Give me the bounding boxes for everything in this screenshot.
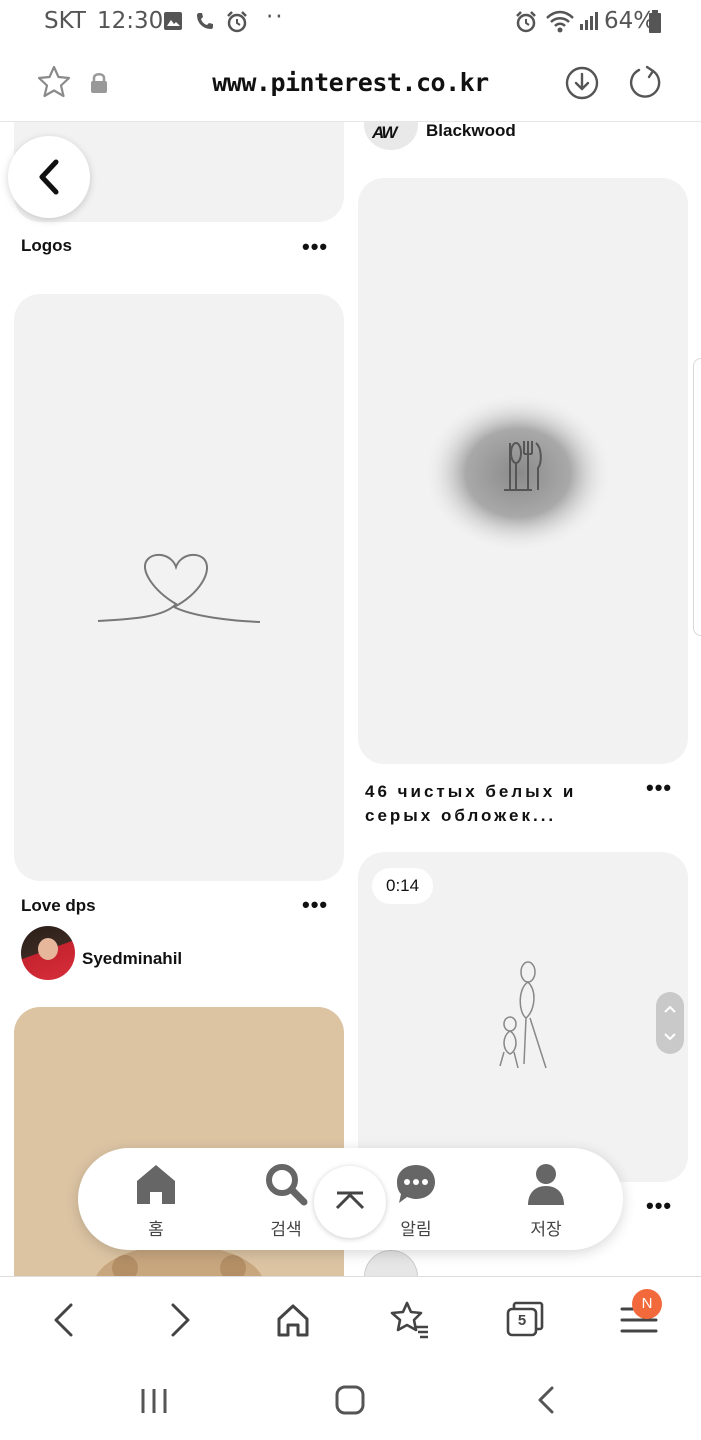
gallery-icon	[164, 12, 182, 30]
tab-count: 5	[517, 1312, 527, 1329]
nav-notifications-label: 알림	[400, 1220, 432, 1240]
download-icon[interactable]	[564, 65, 600, 101]
alarm-icon	[516, 11, 536, 33]
recent-apps-icon[interactable]	[138, 1386, 170, 1416]
more-dots-icon: ··	[266, 4, 285, 30]
home-icon[interactable]	[270, 1297, 316, 1343]
signal-icon	[580, 12, 598, 30]
pinterest-bottom-nav: 홈 검색 알림 저장	[78, 1148, 623, 1250]
address-bar: www.pinterest.co.kr	[0, 44, 701, 122]
pin-owner[interactable]: Syedminahil	[82, 949, 182, 969]
avatar[interactable]	[21, 926, 75, 980]
alarm-icon	[227, 11, 247, 33]
more-options-icon[interactable]: •••	[302, 894, 328, 916]
battery-icon	[649, 10, 661, 33]
nav-home-label: 홈	[148, 1220, 164, 1240]
system-nav-bar	[0, 1362, 701, 1440]
clock: 12:30	[97, 8, 164, 34]
pin-title[interactable]: Love dps	[21, 896, 96, 916]
nav-home[interactable]: 홈	[116, 1162, 196, 1240]
fast-scroll-handle[interactable]	[656, 992, 684, 1054]
bear-ear	[220, 1255, 246, 1276]
brand-logo: AW	[372, 123, 397, 142]
chevron-up-icon	[335, 1191, 365, 1210]
system-home-icon[interactable]	[334, 1384, 366, 1416]
tabs-button[interactable]: 5	[502, 1297, 548, 1343]
back-button[interactable]	[8, 136, 90, 218]
status-bar: SKT 12:30 ·· 64%	[0, 0, 701, 44]
wifi-icon	[546, 10, 574, 33]
pin-title[interactable]: Logos	[21, 236, 72, 256]
nav-saved-label: 저장	[530, 1220, 562, 1240]
heart-line-art	[97, 553, 261, 623]
pin-feed[interactable]: Logos ••• Love dps ••• Syedminahil AW Bl…	[0, 122, 701, 1276]
more-options-icon[interactable]: •••	[302, 236, 328, 258]
edge-panel-handle[interactable]	[693, 358, 701, 636]
chevron-left-icon	[39, 159, 59, 195]
avatar[interactable]: AW	[364, 122, 418, 150]
more-options-icon[interactable]: •••	[646, 777, 672, 799]
home-icon	[137, 1165, 175, 1204]
bear-ear	[112, 1255, 138, 1276]
forward-arrow-icon[interactable]	[157, 1297, 203, 1343]
pin-title[interactable]: 46 чистых белых и серых обложек...	[365, 780, 635, 828]
pin-card-sketch-video[interactable]: 0:14	[358, 852, 688, 1182]
profile-icon	[528, 1164, 564, 1205]
nav-saved[interactable]: 저장	[506, 1162, 586, 1240]
menu-notification-badge: N	[632, 1289, 662, 1319]
browser-toolbar: 5	[0, 1276, 701, 1362]
nav-notifications[interactable]: 알림	[376, 1162, 456, 1240]
scroll-arrows-icon	[664, 1005, 676, 1041]
video-duration-badge: 0:14	[372, 868, 434, 904]
avatar[interactable]	[364, 1250, 418, 1276]
pencil-sketch-art	[499, 961, 547, 1069]
chat-bubble-icon	[397, 1165, 435, 1203]
system-back-icon[interactable]	[534, 1384, 558, 1416]
reload-icon[interactable]	[627, 65, 663, 101]
more-options-icon[interactable]: •••	[646, 1195, 672, 1217]
bookmarks-icon[interactable]	[386, 1297, 432, 1343]
pin-owner[interactable]: Blackwood	[426, 122, 516, 141]
phone-icon	[197, 13, 213, 29]
carrier-label: SKT	[44, 8, 86, 34]
back-arrow-icon[interactable]	[41, 1297, 87, 1343]
ink-splash-art	[423, 393, 613, 553]
search-icon	[266, 1164, 308, 1206]
pin-card-love-dps[interactable]	[14, 294, 344, 881]
nav-search-label: 검색	[270, 1220, 302, 1240]
pin-card-cafe[interactable]	[358, 178, 688, 764]
